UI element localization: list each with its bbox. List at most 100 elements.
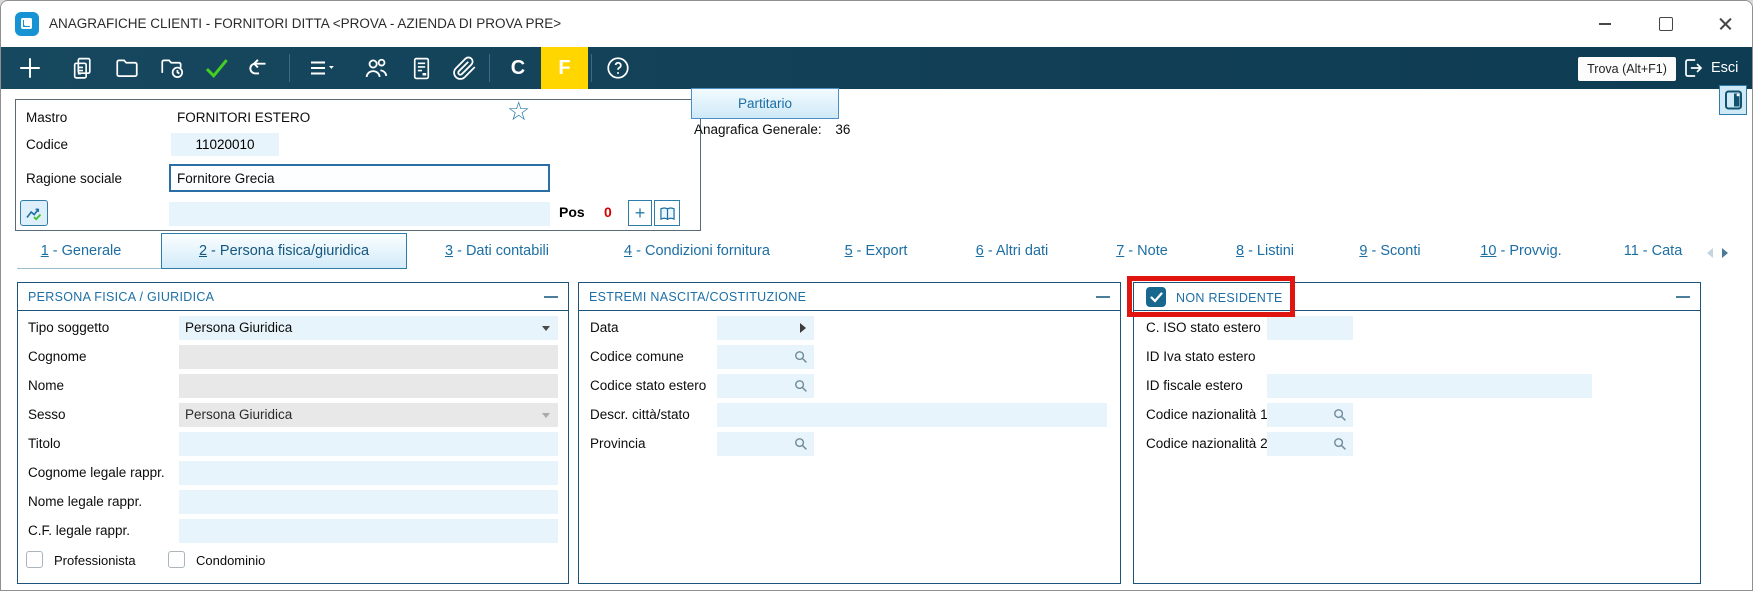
undo-button[interactable] xyxy=(241,50,277,86)
confirm-button[interactable] xyxy=(198,50,234,86)
check-icon xyxy=(1149,291,1163,303)
condominio-checkbox[interactable] xyxy=(168,551,185,568)
tipo-soggetto-label: Tipo soggetto xyxy=(28,320,110,335)
search-icon[interactable] xyxy=(794,350,808,364)
help-button[interactable] xyxy=(600,50,636,86)
toolbar-divider xyxy=(489,54,490,82)
tab-scroll-left-icon[interactable] xyxy=(1707,248,1713,258)
side-panel-toggle-button[interactable] xyxy=(1719,85,1747,115)
record-header-box: Mastro FORNITORI ESTERO ☆ Codice 1102001… xyxy=(15,96,701,231)
collapse-panel-icon[interactable] xyxy=(1096,296,1110,298)
codice-field[interactable]: 11020010 xyxy=(171,133,279,156)
maximize-button[interactable] xyxy=(1650,9,1680,37)
id-fiscale-estero-field[interactable] xyxy=(1267,374,1592,398)
anagrafica-generale: Anagrafica Generale: 36 xyxy=(694,122,850,137)
tab-scroll-right-icon[interactable] xyxy=(1722,248,1728,258)
partitario-button[interactable]: Partitario xyxy=(691,88,839,119)
fornitori-button-active[interactable]: F xyxy=(541,47,588,89)
toolbar-divider xyxy=(289,54,290,82)
c-iso-stato-estero-label: C. ISO stato estero xyxy=(1146,320,1261,335)
id-iva-stato-estero-label: ID Iva stato estero xyxy=(1146,349,1256,364)
exit-button[interactable]: Esci xyxy=(1681,55,1738,81)
codice-nazionalita-1-field[interactable] xyxy=(1267,403,1353,427)
add-position-button[interactable]: + xyxy=(628,200,652,226)
panel-estremi-nascita: ESTREMI NASCITA/COSTITUZIONE Data Codice… xyxy=(578,282,1121,584)
toolbar-divider xyxy=(591,54,592,82)
open-folder-button[interactable] xyxy=(109,50,145,86)
collapse-panel-icon[interactable] xyxy=(1676,296,1690,298)
exit-icon xyxy=(1685,59,1703,77)
company-chart-button[interactable] xyxy=(20,200,48,226)
find-button[interactable]: Trova (Alt+F1) xyxy=(1578,57,1676,81)
tab-listini[interactable]: 8 - Listini xyxy=(1214,243,1316,263)
date-picker-icon[interactable] xyxy=(800,323,806,333)
titolo-label: Titolo xyxy=(28,436,61,451)
attachments-button[interactable] xyxy=(446,50,482,86)
tab-catalogo[interactable]: 11 - Cata xyxy=(1603,243,1703,263)
copy-record-button[interactable] xyxy=(64,50,100,86)
tab-export[interactable]: 5 - Export xyxy=(824,243,928,263)
extra-description-field[interactable] xyxy=(169,202,550,226)
codice-comune-field[interactable] xyxy=(717,345,814,369)
c-iso-stato-estero-field[interactable] xyxy=(1267,316,1353,340)
cf-legale-rappr-field[interactable] xyxy=(179,519,558,543)
tab-dati-contabili[interactable]: 3 - Dati contabili xyxy=(421,243,573,263)
recent-folder-button[interactable] xyxy=(154,50,190,86)
ragione-sociale-input[interactable] xyxy=(169,164,550,192)
clienti-button[interactable]: C xyxy=(500,50,536,86)
address-book-button[interactable] xyxy=(654,200,680,226)
tab-provvig[interactable]: 10 - Provvig. xyxy=(1459,243,1583,263)
tab-sconti[interactable]: 9 - Sconti xyxy=(1339,243,1441,263)
provincia-field[interactable] xyxy=(717,432,814,456)
plus-icon xyxy=(20,58,40,78)
pos-label: Pos xyxy=(559,204,585,220)
search-icon[interactable] xyxy=(1333,408,1347,422)
condominio-label: Condominio xyxy=(196,553,266,568)
panel-estremi-title: ESTREMI NASCITA/COSTITUZIONE xyxy=(589,290,807,304)
search-icon[interactable] xyxy=(1333,437,1347,451)
search-icon[interactable] xyxy=(794,437,808,451)
favorite-star-icon[interactable]: ☆ xyxy=(507,96,530,127)
codice-nazionalita-2-label: Codice nazionalità 2 xyxy=(1146,436,1268,451)
descr-citta-stato-field[interactable] xyxy=(717,403,1107,427)
data-label: Data xyxy=(590,320,619,335)
data-field[interactable] xyxy=(717,316,814,340)
new-record-button[interactable] xyxy=(12,50,48,86)
codice-stato-estero-field[interactable] xyxy=(717,374,814,398)
non-residente-checkbox[interactable] xyxy=(1146,287,1166,307)
provincia-label: Provincia xyxy=(590,436,646,451)
panel-persona-fisica-giuridica: PERSONA FISICA / GIURIDICA Tipo soggetto… xyxy=(17,282,569,584)
clienti-letter: C xyxy=(510,56,526,79)
cognome-legale-rappr-field[interactable] xyxy=(179,461,558,485)
collapse-panel-icon[interactable] xyxy=(544,296,558,298)
codice-stato-estero-label: Codice stato estero xyxy=(590,378,707,393)
nome-legale-rappr-field[interactable] xyxy=(179,490,558,514)
codice-nazionalita-2-field[interactable] xyxy=(1267,432,1353,456)
contacts-button[interactable] xyxy=(358,50,394,86)
mastro-value: FORNITORI ESTERO xyxy=(177,110,311,125)
minimize-button[interactable] xyxy=(1590,9,1620,37)
tab-altri-dati[interactable]: 6 - Altri dati xyxy=(951,243,1073,263)
book-icon xyxy=(659,206,675,220)
codice-label: Codice xyxy=(26,137,69,152)
non-residente-title[interactable]: NON RESIDENTE xyxy=(1176,291,1283,305)
chevron-down-icon xyxy=(542,326,550,331)
tab-persona-fisica-giuridica[interactable]: 2 - Persona fisica/giuridica xyxy=(161,233,407,269)
panel-toggle-icon xyxy=(1724,90,1742,110)
titolo-field[interactable] xyxy=(179,432,558,456)
tabstrip-baseline xyxy=(17,268,161,269)
cognome-field xyxy=(179,345,558,369)
menu-button[interactable] xyxy=(303,50,339,86)
tipo-soggetto-dropdown[interactable]: Persona Giuridica xyxy=(179,316,558,340)
close-button[interactable] xyxy=(1710,9,1740,37)
tab-note[interactable]: 7 - Note xyxy=(1096,243,1188,263)
codice-comune-label: Codice comune xyxy=(590,349,684,364)
panel-non-residente-header: NON RESIDENTE xyxy=(1134,283,1700,311)
tab-generale[interactable]: 1 - Generale xyxy=(15,243,147,263)
tab-condizioni-fornitura[interactable]: 4 - Condizioni fornitura xyxy=(598,243,796,263)
search-icon[interactable] xyxy=(794,379,808,393)
title-bar: ANAGRAFICHE CLIENTI - FORNITORI DITTA <P… xyxy=(1,1,1752,47)
exit-label: Esci xyxy=(1711,60,1739,76)
professionista-checkbox[interactable] xyxy=(26,551,43,568)
document-button[interactable] xyxy=(403,50,439,86)
